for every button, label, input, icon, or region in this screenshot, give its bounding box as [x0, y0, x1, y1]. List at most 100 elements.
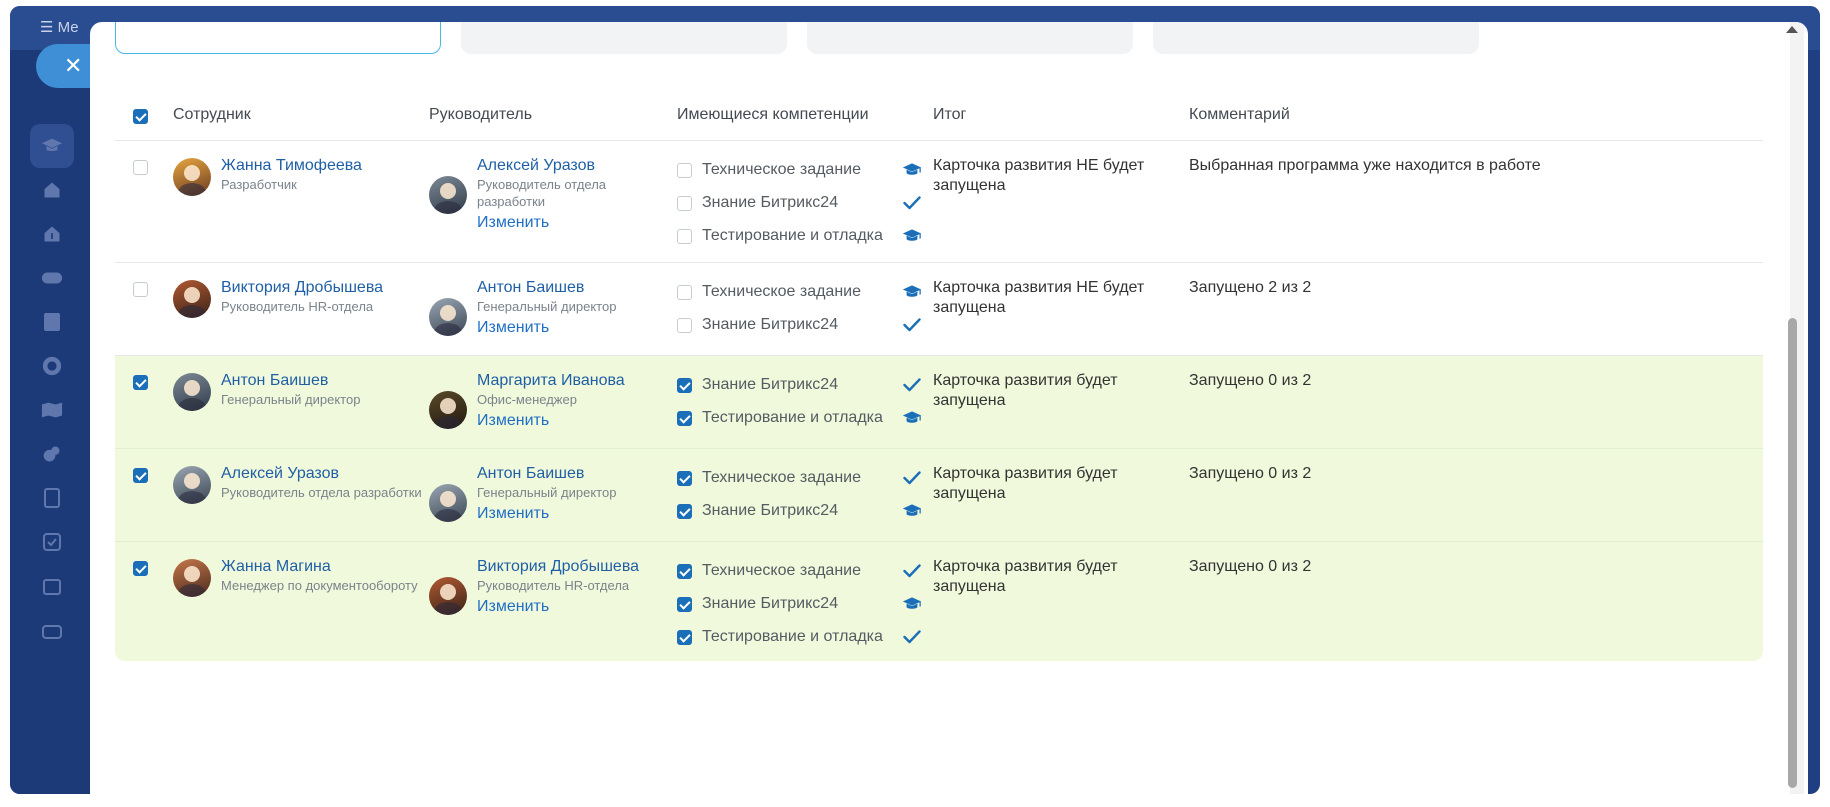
info-icon[interactable]	[30, 212, 74, 256]
employee-avatar[interactable]	[173, 558, 211, 597]
learning-icon[interactable]	[30, 124, 74, 168]
map-icon[interactable]	[30, 388, 74, 432]
calendar-icon[interactable]	[30, 564, 74, 608]
competencies-cell: Знание Битрикс24 Тестирование и отладка	[677, 355, 933, 449]
select-all-checkbox[interactable]	[133, 109, 148, 125]
filter-field-1[interactable]	[115, 22, 441, 54]
drive-icon[interactable]	[30, 610, 74, 654]
target-icon[interactable]	[30, 344, 74, 388]
book-icon[interactable]	[30, 300, 74, 344]
scroll-up-arrow-icon[interactable]	[1786, 26, 1798, 33]
competency-checkbox[interactable]	[677, 470, 692, 486]
competency-checkbox[interactable]	[677, 377, 692, 393]
competency-item: Техническое задание	[677, 276, 929, 309]
document-icon[interactable]	[30, 476, 74, 520]
competency-checkbox[interactable]	[677, 563, 692, 579]
competency-item: Тестирование и отладка	[677, 621, 929, 654]
competency-label: Знание Битрикс24	[702, 194, 839, 211]
employee-name[interactable]: Жанна Тимофеева	[221, 156, 362, 176]
manager-avatar[interactable]	[429, 483, 467, 522]
row-checkbox[interactable]	[133, 560, 148, 576]
manager-avatar[interactable]	[429, 297, 467, 336]
filter-field-3[interactable]	[807, 22, 1133, 54]
row-checkbox[interactable]	[133, 374, 148, 390]
puzzle-icon[interactable]	[30, 432, 74, 476]
competency-label: Тестирование и отладка	[702, 227, 883, 244]
employee-avatar[interactable]	[173, 465, 211, 504]
competency-checkbox[interactable]	[677, 195, 692, 211]
result-text: Карточка развития будет запущена	[933, 448, 1189, 542]
manager-name[interactable]: Антон Баишев	[477, 278, 616, 298]
change-manager-link[interactable]: Изменить	[477, 317, 616, 339]
competency-item: Техническое задание	[677, 154, 929, 187]
employee-name[interactable]: Алексей Уразов	[221, 464, 422, 484]
app-window: ☰ Ме ✕ Сотрудник Руководитель Имеющиеся …	[10, 6, 1820, 794]
competency-checkbox[interactable]	[677, 228, 692, 244]
competency-checkbox[interactable]	[677, 596, 692, 612]
change-manager-link[interactable]: Изменить	[477, 596, 639, 618]
change-manager-link[interactable]: Изменить	[477, 503, 616, 525]
graduation-cap-icon	[901, 159, 923, 181]
employee-role: Разработчик	[221, 176, 297, 192]
employee-name[interactable]: Виктория Дробышева	[221, 278, 383, 298]
employee-avatar[interactable]	[173, 372, 211, 411]
task-check-icon[interactable]	[30, 520, 74, 564]
change-manager-link[interactable]: Изменить	[477, 212, 677, 234]
manager-name[interactable]: Алексей Уразов	[477, 156, 677, 176]
manager-avatar[interactable]	[429, 390, 467, 429]
competencies-cell: Техническое задание Знание Битрикс24	[677, 448, 933, 542]
competency-item: Знание Битрикс24	[677, 309, 929, 342]
col-comment: Комментарий	[1189, 100, 1763, 141]
filter-bar	[115, 22, 1763, 54]
row-checkbox[interactable]	[133, 467, 148, 483]
table-row: Жанна Магина Менеджер по документооборот…	[115, 541, 1763, 661]
competency-label: Знание Битрикс24	[702, 316, 839, 333]
employee-role: Руководитель HR-отдела	[221, 298, 374, 314]
row-checkbox[interactable]	[133, 281, 148, 297]
competency-label: Знание Битрикс24	[702, 502, 839, 519]
table-body: Жанна Тимофеева Разработчик Алексей Ураз…	[115, 140, 1763, 661]
competencies-cell: Техническое задание Знание Битрикс24	[677, 262, 933, 356]
scrollbar[interactable]	[1786, 22, 1804, 794]
graduation-cap-icon	[901, 225, 923, 247]
employee-name[interactable]: Антон Баишев	[221, 371, 360, 391]
competency-checkbox[interactable]	[677, 629, 692, 645]
table-row: Виктория Дробышева Руководитель HR-отдел…	[115, 262, 1763, 356]
competency-checkbox[interactable]	[677, 162, 692, 178]
col-result: Итог	[933, 100, 1189, 141]
manager-avatar[interactable]	[429, 175, 467, 214]
left-sidebar	[10, 50, 90, 794]
employee-avatar[interactable]	[173, 157, 211, 196]
result-text: Карточка развития НЕ будет запущена	[933, 262, 1189, 356]
panel-content: Сотрудник Руководитель Имеющиеся компете…	[115, 22, 1763, 794]
manager-role: Генеральный директор	[477, 484, 617, 500]
manager-name[interactable]: Антон Баишев	[477, 464, 616, 484]
manager-name[interactable]: Виктория Дробышева	[477, 557, 639, 577]
slider-panel: Сотрудник Руководитель Имеющиеся компете…	[90, 22, 1808, 794]
competency-item: Техническое задание	[677, 462, 929, 495]
competency-item: Знание Битрикс24	[677, 495, 929, 528]
row-checkbox[interactable]	[133, 159, 148, 175]
employee-avatar[interactable]	[173, 279, 211, 318]
filter-field-2[interactable]	[461, 22, 787, 54]
competency-item: Тестирование и отладка	[677, 220, 929, 253]
competency-checkbox[interactable]	[677, 503, 692, 519]
competency-checkbox[interactable]	[677, 317, 692, 333]
col-competencies: Имеющиеся компетенции	[677, 100, 933, 141]
competency-checkbox[interactable]	[677, 284, 692, 300]
menu-button[interactable]: ☰ Ме	[40, 18, 79, 36]
table-row: Алексей Уразов Руководитель отдела разра…	[115, 448, 1763, 542]
change-manager-link[interactable]: Изменить	[477, 410, 625, 432]
comment-text: Запущено 0 из 2	[1189, 448, 1763, 542]
manager-name[interactable]: Маргарита Иванова	[477, 371, 625, 391]
competency-item: Техническое задание	[677, 555, 929, 588]
competencies-cell: Техническое задание Знание Битрикс24 Тести…	[677, 541, 933, 661]
manager-avatar[interactable]	[429, 576, 467, 615]
filter-field-4[interactable]	[1153, 22, 1479, 54]
employee-name[interactable]: Жанна Магина	[221, 557, 418, 577]
gamepad-icon[interactable]	[30, 256, 74, 300]
check-icon	[901, 374, 923, 396]
home-icon[interactable]	[30, 168, 74, 212]
scroll-thumb[interactable]	[1788, 318, 1797, 788]
competency-checkbox[interactable]	[677, 410, 692, 426]
